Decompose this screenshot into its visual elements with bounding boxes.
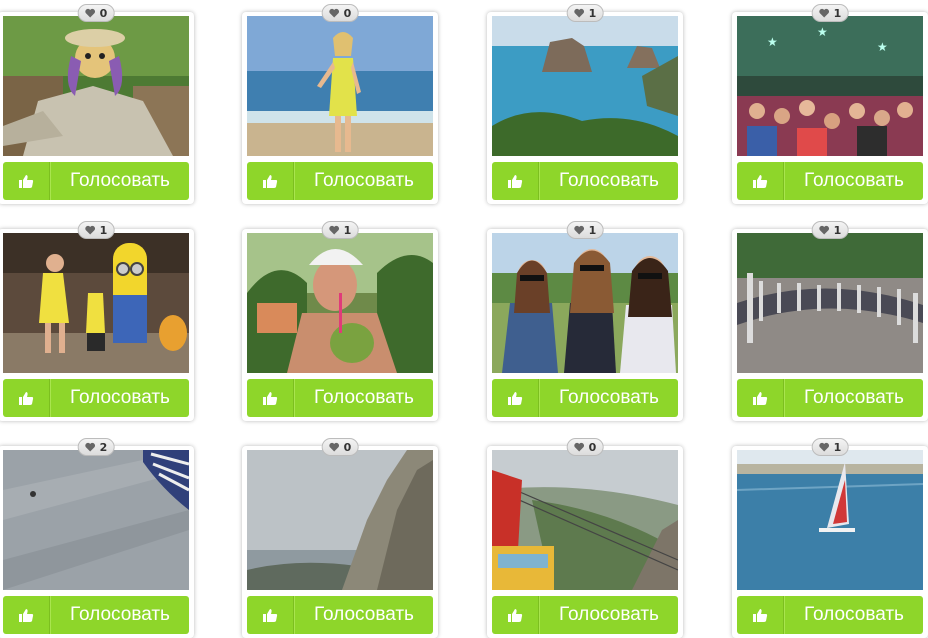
heart-icon xyxy=(819,8,830,18)
likes-badge[interactable]: 0 xyxy=(77,4,115,22)
vote-label: Голосовать xyxy=(50,162,189,200)
likes-count: 1 xyxy=(343,223,352,237)
vote-button[interactable]: Голосовать xyxy=(492,596,678,634)
likes-badge[interactable]: 2 xyxy=(77,438,115,456)
cable-car-photo[interactable] xyxy=(492,450,678,590)
three-girls-photo[interactable] xyxy=(492,233,678,373)
scarecrow-photo[interactable] xyxy=(3,16,189,156)
thumbs-up-icon xyxy=(247,379,294,417)
likes-badge[interactable]: 1 xyxy=(566,221,604,239)
photo-card: 1 Голосовать xyxy=(487,4,683,204)
likes-count: 1 xyxy=(833,6,842,20)
svg-text:★: ★ xyxy=(877,40,888,54)
photo-card: 1 ★ ★ ★ Голосовать xyxy=(732,4,928,204)
likes-count: 1 xyxy=(833,440,842,454)
vote-button[interactable]: Голосовать xyxy=(3,162,189,200)
vote-button[interactable]: Голосовать xyxy=(737,379,923,417)
vote-label: Голосовать xyxy=(784,596,923,634)
likes-badge[interactable]: 1 xyxy=(566,4,604,22)
photo-card: 1 Голосовать xyxy=(487,221,683,421)
photo-card: 0 Голосовать xyxy=(487,438,683,638)
heart-icon xyxy=(85,225,96,235)
photo-card: 1 Голосовать xyxy=(242,221,438,421)
vote-button[interactable]: Голосовать xyxy=(3,379,189,417)
heart-icon xyxy=(85,8,96,18)
vote-button[interactable]: Голосовать xyxy=(492,162,678,200)
heart-icon xyxy=(85,442,96,452)
thumbs-up-icon xyxy=(247,162,294,200)
thumbs-up-icon xyxy=(3,596,50,634)
thumbs-up-icon xyxy=(737,379,784,417)
vote-label: Голосовать xyxy=(539,596,678,634)
minion-photo[interactable] xyxy=(3,233,189,373)
likes-badge[interactable]: 1 xyxy=(811,438,849,456)
photo-card: 1 Голосовать xyxy=(732,438,928,638)
likes-badge[interactable]: 0 xyxy=(321,438,359,456)
likes-badge[interactable]: 1 xyxy=(811,4,849,22)
vote-label: Голосовать xyxy=(50,379,189,417)
heart-icon xyxy=(574,8,585,18)
heart-icon xyxy=(819,225,830,235)
photo-card: 1 Голосовать xyxy=(0,221,194,421)
likes-badge[interactable]: 0 xyxy=(321,4,359,22)
vote-label: Голосовать xyxy=(294,596,433,634)
likes-badge[interactable]: 1 xyxy=(77,221,115,239)
photo-card: 0 Голосовать xyxy=(0,4,194,204)
photo-card: 0 Голосовать xyxy=(242,438,438,638)
thumbs-up-icon xyxy=(492,162,539,200)
heart-icon xyxy=(574,442,585,452)
svg-text:★: ★ xyxy=(817,25,828,39)
likes-count: 0 xyxy=(343,6,352,20)
vote-label: Голосовать xyxy=(784,379,923,417)
vote-button[interactable]: Голосовать xyxy=(247,162,433,200)
svg-text:★: ★ xyxy=(767,35,778,49)
vote-label: Голосовать xyxy=(50,596,189,634)
vote-button[interactable]: Голосовать xyxy=(492,379,678,417)
vote-button[interactable]: Голосовать xyxy=(247,379,433,417)
vote-button[interactable]: Голосовать xyxy=(3,596,189,634)
thumbs-up-icon xyxy=(737,162,784,200)
likes-badge[interactable]: 1 xyxy=(811,221,849,239)
vote-label: Голосовать xyxy=(539,162,678,200)
likes-count: 1 xyxy=(833,223,842,237)
vote-label: Голосовать xyxy=(784,162,923,200)
thumbs-up-icon xyxy=(3,162,50,200)
likes-count: 1 xyxy=(99,223,108,237)
likes-count: 1 xyxy=(588,6,597,20)
party-crowd-photo[interactable]: ★ ★ ★ xyxy=(737,16,923,156)
grey-surface-photo[interactable] xyxy=(3,450,189,590)
vote-button[interactable]: Голосовать xyxy=(247,596,433,634)
heart-icon xyxy=(329,442,340,452)
vote-button[interactable]: Голосовать xyxy=(737,162,923,200)
sea-rocks-photo[interactable] xyxy=(492,16,678,156)
vote-label: Голосовать xyxy=(294,379,433,417)
likes-count: 2 xyxy=(99,440,108,454)
thumbs-up-icon xyxy=(247,596,294,634)
likes-badge[interactable]: 1 xyxy=(321,221,359,239)
thumbs-up-icon xyxy=(737,596,784,634)
windsurfer-photo[interactable] xyxy=(737,450,923,590)
heart-icon xyxy=(329,8,340,18)
vote-label: Голосовать xyxy=(539,379,678,417)
likes-count: 0 xyxy=(99,6,108,20)
heart-icon xyxy=(819,442,830,452)
vote-button[interactable]: Голосовать xyxy=(737,596,923,634)
likes-count: 0 xyxy=(588,440,597,454)
likes-badge[interactable]: 0 xyxy=(566,438,604,456)
likes-count: 1 xyxy=(588,223,597,237)
likes-count: 0 xyxy=(343,440,352,454)
mountain-cliff-photo[interactable] xyxy=(247,450,433,590)
thumbs-up-icon xyxy=(492,596,539,634)
vote-label: Голосовать xyxy=(294,162,433,200)
girl-on-beach-photo[interactable] xyxy=(247,16,433,156)
heart-icon xyxy=(574,225,585,235)
man-with-coconut-photo[interactable] xyxy=(247,233,433,373)
heart-icon xyxy=(329,225,340,235)
people-circle-photo[interactable] xyxy=(737,233,923,373)
photo-card: 1 Голосовать xyxy=(732,221,928,421)
thumbs-up-icon xyxy=(3,379,50,417)
photo-card: 0 Голосовать xyxy=(242,4,438,204)
thumbs-up-icon xyxy=(492,379,539,417)
photo-card: 2 Голосовать xyxy=(0,438,194,638)
